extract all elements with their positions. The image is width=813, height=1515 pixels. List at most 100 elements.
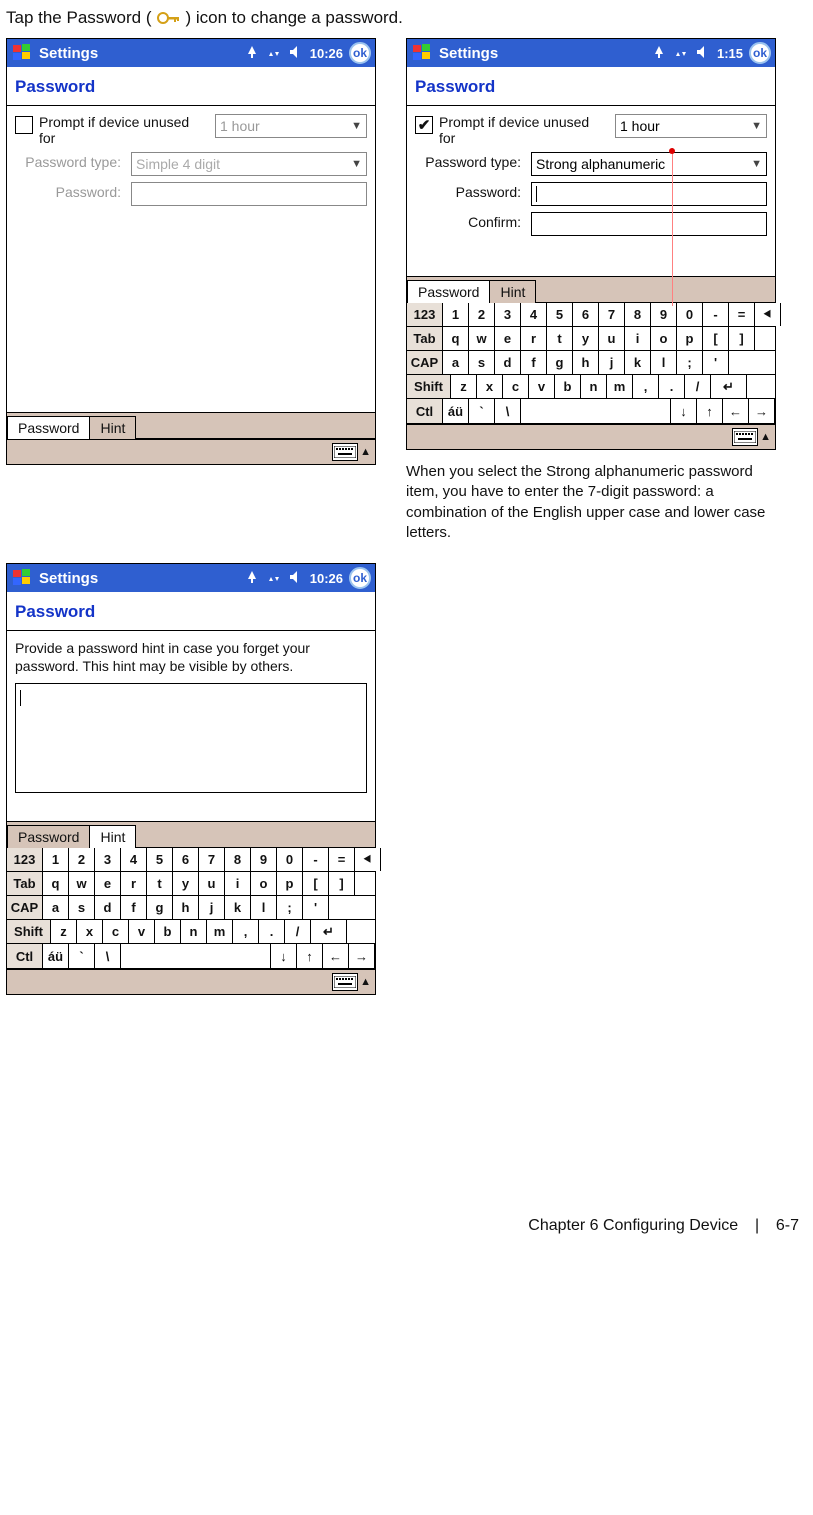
key-6[interactable]: 6 bbox=[573, 303, 599, 326]
spacebar-key[interactable] bbox=[121, 944, 271, 968]
key-f[interactable]: f bbox=[521, 351, 547, 374]
key-backslash[interactable]: \ bbox=[95, 944, 121, 968]
connectivity-icon[interactable] bbox=[673, 44, 689, 63]
key-8[interactable]: 8 bbox=[225, 848, 251, 871]
ok-button[interactable]: ok bbox=[349, 42, 371, 64]
key-d[interactable]: d bbox=[495, 351, 521, 374]
connectivity-icon[interactable] bbox=[266, 569, 282, 588]
key-backtick[interactable]: ` bbox=[69, 944, 95, 968]
key-0[interactable]: 0 bbox=[677, 303, 703, 326]
key-k[interactable]: k bbox=[225, 896, 251, 919]
key-h[interactable]: h bbox=[573, 351, 599, 374]
on-screen-keyboard[interactable]: 1231234567890-=⯇Tabqwertyuiop[]CAPasdfgh… bbox=[7, 847, 375, 968]
key-m[interactable]: m bbox=[607, 375, 633, 398]
key-ctl[interactable]: Ctl bbox=[407, 399, 443, 423]
arrow-right-key[interactable]: → bbox=[749, 399, 775, 423]
key-w[interactable]: w bbox=[469, 327, 495, 350]
backspace-key[interactable]: ⯇ bbox=[355, 848, 381, 871]
key-,[interactable]: , bbox=[233, 920, 259, 943]
key-9[interactable]: 9 bbox=[651, 303, 677, 326]
key-v[interactable]: v bbox=[529, 375, 555, 398]
volume-icon[interactable] bbox=[288, 569, 304, 588]
tab-password[interactable]: Password bbox=[407, 280, 490, 303]
key-c[interactable]: c bbox=[503, 375, 529, 398]
volume-icon[interactable] bbox=[695, 44, 711, 63]
key-j[interactable]: j bbox=[599, 351, 625, 374]
password-input[interactable] bbox=[131, 182, 367, 206]
tab-password[interactable]: Password bbox=[7, 416, 90, 439]
key-u[interactable]: u bbox=[599, 327, 625, 350]
enter-key[interactable]: ↵ bbox=[311, 920, 347, 943]
key-a[interactable]: a bbox=[43, 896, 69, 919]
type-select[interactable]: Simple 4 digit ▼ bbox=[131, 152, 367, 176]
key-s[interactable]: s bbox=[469, 351, 495, 374]
arrow-left-key[interactable]: ← bbox=[723, 399, 749, 423]
key-z[interactable]: z bbox=[451, 375, 477, 398]
key-5[interactable]: 5 bbox=[147, 848, 173, 871]
duration-select[interactable]: 1 hour ▼ bbox=[215, 114, 367, 138]
key-k[interactable]: k bbox=[625, 351, 651, 374]
arrow-down-key[interactable]: ↓ bbox=[671, 399, 697, 423]
key-v[interactable]: v bbox=[129, 920, 155, 943]
key-m[interactable]: m bbox=[207, 920, 233, 943]
signal-icon[interactable] bbox=[244, 569, 260, 588]
key-;[interactable]: ; bbox=[677, 351, 703, 374]
key-shift[interactable]: Shift bbox=[407, 375, 451, 398]
key-b[interactable]: b bbox=[155, 920, 181, 943]
prompt-checkbox[interactable]: ✔ bbox=[415, 116, 433, 134]
password-input[interactable] bbox=[531, 182, 767, 206]
keyboard-toggle-icon[interactable] bbox=[332, 973, 358, 991]
key-.[interactable]: . bbox=[659, 375, 685, 398]
key-2[interactable]: 2 bbox=[69, 848, 95, 871]
key-p[interactable]: p bbox=[277, 872, 303, 895]
key-b[interactable]: b bbox=[555, 375, 581, 398]
key-'[interactable]: ' bbox=[703, 351, 729, 374]
key-u[interactable]: u bbox=[199, 872, 225, 895]
tab-hint[interactable]: Hint bbox=[89, 825, 136, 848]
key-t[interactable]: t bbox=[547, 327, 573, 350]
key-1[interactable]: 1 bbox=[443, 303, 469, 326]
hint-textarea[interactable] bbox=[15, 683, 367, 793]
key-backtick[interactable]: ` bbox=[469, 399, 495, 423]
key-accents[interactable]: áü bbox=[43, 944, 69, 968]
key-][interactable]: ] bbox=[329, 872, 355, 895]
key-e[interactable]: e bbox=[495, 327, 521, 350]
sip-menu-icon[interactable]: ▲ bbox=[360, 976, 371, 988]
key-8[interactable]: 8 bbox=[625, 303, 651, 326]
on-screen-keyboard[interactable]: 1231234567890-=⯇Tabqwertyuiop[]CAPasdfgh… bbox=[407, 302, 775, 423]
key-5[interactable]: 5 bbox=[547, 303, 573, 326]
key-l[interactable]: l bbox=[251, 896, 277, 919]
spacebar-key[interactable] bbox=[521, 399, 671, 423]
key-;[interactable]: ; bbox=[277, 896, 303, 919]
key-123[interactable]: 123 bbox=[407, 303, 443, 326]
volume-icon[interactable] bbox=[288, 44, 304, 63]
key-6[interactable]: 6 bbox=[173, 848, 199, 871]
key-4[interactable]: 4 bbox=[521, 303, 547, 326]
key-y[interactable]: y bbox=[173, 872, 199, 895]
key-o[interactable]: o bbox=[251, 872, 277, 895]
key-x[interactable]: x bbox=[77, 920, 103, 943]
key-][interactable]: ] bbox=[729, 327, 755, 350]
key-r[interactable]: r bbox=[121, 872, 147, 895]
key-s[interactable]: s bbox=[69, 896, 95, 919]
keyboard-toggle-icon[interactable] bbox=[732, 428, 758, 446]
key-[[interactable]: [ bbox=[303, 872, 329, 895]
key-tab[interactable]: Tab bbox=[7, 872, 43, 895]
enter-key[interactable]: ↵ bbox=[711, 375, 747, 398]
arrow-up-key[interactable]: ↑ bbox=[297, 944, 323, 968]
signal-icon[interactable] bbox=[244, 44, 260, 63]
signal-icon[interactable] bbox=[651, 44, 667, 63]
key-shift[interactable]: Shift bbox=[7, 920, 51, 943]
key-t[interactable]: t bbox=[147, 872, 173, 895]
ok-button[interactable]: ok bbox=[749, 42, 771, 64]
key-h[interactable]: h bbox=[173, 896, 199, 919]
tab-hint[interactable]: Hint bbox=[89, 416, 136, 439]
key-7[interactable]: 7 bbox=[599, 303, 625, 326]
key-2[interactable]: 2 bbox=[469, 303, 495, 326]
key-g[interactable]: g bbox=[547, 351, 573, 374]
key-e[interactable]: e bbox=[95, 872, 121, 895]
type-select[interactable]: Strong alphanumeric ▼ bbox=[531, 152, 767, 176]
key-p[interactable]: p bbox=[677, 327, 703, 350]
key-ctl[interactable]: Ctl bbox=[7, 944, 43, 968]
key-accents[interactable]: áü bbox=[443, 399, 469, 423]
